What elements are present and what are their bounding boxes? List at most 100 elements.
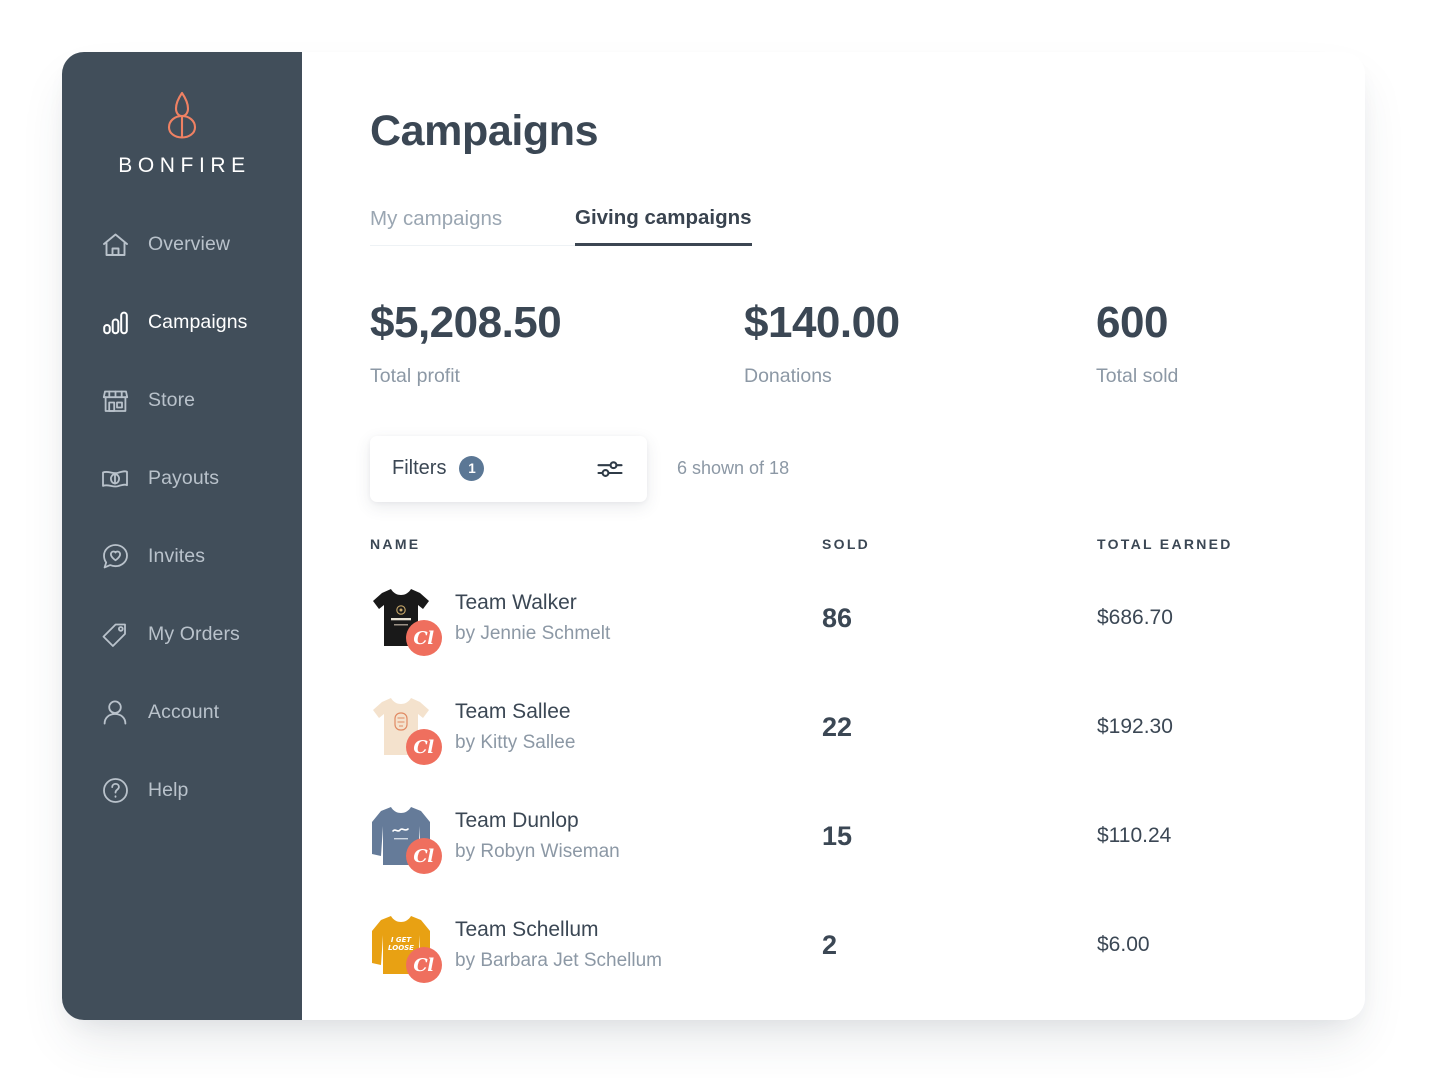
stat-label: Total sold — [1096, 364, 1179, 387]
product-thumbnail: Cl — [370, 691, 442, 765]
column-header-name: NAME — [370, 535, 421, 552]
cell-name: Cl Team Sallee by Kitty Sallee — [370, 691, 822, 765]
sold-value: 15 — [822, 820, 853, 851]
sidebar: BONFIRE Overview Campaigns Store Payouts… — [62, 52, 302, 1020]
stat-value: $5,208.50 — [370, 297, 562, 347]
product-thumbnail: Cl — [370, 582, 442, 656]
bar-chart-icon — [100, 308, 130, 338]
svg-text:LOOSE: LOOSE — [388, 944, 414, 952]
sidebar-item-label: Store — [148, 389, 196, 411]
page-title: Campaigns — [370, 107, 599, 155]
sold-value: 86 — [822, 602, 853, 633]
total-earned-value: $192.30 — [1097, 715, 1173, 738]
sidebar-item-payouts[interactable]: Payouts — [62, 454, 302, 503]
stat-value: 600 — [1096, 297, 1168, 347]
cell-total-earned: $686.70 — [1097, 606, 1365, 630]
sidebar-item-label: Invites — [148, 545, 206, 567]
cell-sold: 2 — [822, 930, 1097, 961]
cell-name: I GET LOOSE Cl Team Schellum by Barbara … — [370, 909, 822, 983]
cell-sold: 22 — [822, 712, 1097, 743]
svg-text:I GET: I GET — [391, 936, 413, 944]
total-earned-value: $6.00 — [1097, 933, 1150, 956]
cell-total-earned: $192.30 — [1097, 715, 1365, 739]
cell-total-earned: $110.24 — [1097, 824, 1365, 848]
stat-label: Total profit — [370, 364, 460, 387]
tag-icon — [100, 620, 130, 650]
sidebar-item-campaigns[interactable]: Campaigns — [62, 298, 302, 347]
stat-total-sold: 600 Total sold — [1096, 297, 1179, 388]
campaign-author: by Kitty Sallee — [455, 731, 576, 753]
stats-row: $5,208.50 Total profit $140.00 Donations… — [370, 297, 1365, 388]
filters-row: Filters 1 6 shown of 18 — [370, 435, 1365, 502]
table-row[interactable]: Cl Team Sallee by Kitty Sallee 22 $192.3… — [370, 673, 1365, 782]
filters-button[interactable]: Filters 1 — [370, 435, 647, 502]
creator-badge: Cl — [406, 838, 442, 874]
sidebar-item-store[interactable]: Store — [62, 376, 302, 425]
brand-name: BONFIRE — [118, 154, 251, 177]
table-row[interactable]: Cl Team Dunlop by Robyn Wiseman 15 $110.… — [370, 782, 1365, 891]
sidebar-item-label: Payouts — [148, 467, 220, 489]
sidebar-item-account[interactable]: Account — [62, 688, 302, 737]
total-earned-value: $110.24 — [1097, 824, 1172, 847]
sidebar-item-label: Overview — [148, 233, 231, 255]
table-header-row: NAME SOLD TOTAL EARNED — [370, 524, 1365, 564]
campaign-author: by Jennie Schmelt — [455, 622, 611, 644]
sold-value: 22 — [822, 711, 853, 742]
column-header-sold: SOLD — [822, 535, 871, 552]
campaign-name: Team Walker — [455, 590, 577, 614]
cell-name: Cl Team Dunlop by Robyn Wiseman — [370, 800, 822, 874]
creator-badge: Cl — [406, 620, 442, 656]
sidebar-item-invites[interactable]: Invites — [62, 532, 302, 581]
cell-sold: 15 — [822, 821, 1097, 852]
sidebar-item-label: Help — [148, 779, 189, 801]
tab-giving-campaigns[interactable]: Giving campaigns — [575, 206, 752, 246]
storefront-icon — [100, 386, 130, 416]
filters-label: Filters — [392, 457, 447, 479]
brand-block: BONFIRE — [62, 82, 302, 220]
main-content: Campaigns My campaigns Giving campaigns … — [302, 52, 1365, 1020]
sidebar-item-help[interactable]: Help — [62, 766, 302, 815]
question-circle-icon — [100, 776, 130, 806]
campaign-author: by Robyn Wiseman — [455, 840, 620, 862]
campaign-name-block: Team Schellum by Barbara Jet Schellum — [455, 917, 662, 973]
table-row[interactable]: I GET LOOSE Cl Team Schellum by Barbara … — [370, 891, 1365, 1000]
sidebar-nav: Overview Campaigns Store Payouts Invites… — [62, 220, 302, 844]
campaign-name-block: Team Walker by Jennie Schmelt — [455, 590, 610, 646]
sidebar-item-label: Account — [148, 701, 220, 723]
heart-chat-icon — [100, 542, 130, 572]
user-icon — [100, 698, 130, 728]
cell-sold: 86 — [822, 603, 1097, 634]
sliders-icon[interactable] — [597, 459, 623, 479]
creator-badge: Cl — [406, 947, 442, 983]
table-row[interactable]: Cl Team Walker by Jennie Schmelt 86 $686… — [370, 564, 1365, 673]
product-thumbnail: I GET LOOSE Cl — [370, 909, 442, 983]
campaign-name: Team Schellum — [455, 917, 599, 941]
product-thumbnail: Cl — [370, 800, 442, 874]
sidebar-item-my-orders[interactable]: My Orders — [62, 610, 302, 659]
sidebar-item-overview[interactable]: Overview — [62, 220, 302, 269]
creator-badge: Cl — [406, 729, 442, 765]
campaign-name: Team Dunlop — [455, 808, 579, 832]
filters-label-group: Filters 1 — [392, 456, 485, 481]
home-icon — [100, 230, 130, 260]
total-earned-value: $686.70 — [1097, 606, 1173, 629]
bonfire-flame-logo-icon — [159, 90, 205, 140]
cell-total-earned: $6.00 — [1097, 933, 1365, 957]
column-header-total-earned: TOTAL EARNED — [1097, 535, 1233, 552]
sold-value: 2 — [822, 929, 838, 960]
app-root: BONFIRE Overview Campaigns Store Payouts… — [0, 0, 1451, 1078]
shown-count-text: 6 shown of 18 — [677, 458, 790, 478]
stat-total-profit: $5,208.50 Total profit — [370, 297, 744, 388]
campaign-name: Team Sallee — [455, 699, 571, 723]
app-window-card: BONFIRE Overview Campaigns Store Payouts… — [62, 52, 1365, 1020]
stat-value: $140.00 — [744, 297, 900, 347]
stat-donations: $140.00 Donations — [744, 297, 1096, 388]
campaign-name-block: Team Dunlop by Robyn Wiseman — [455, 808, 620, 864]
campaign-name-block: Team Sallee by Kitty Sallee — [455, 699, 575, 755]
stat-label: Donations — [744, 364, 832, 387]
tab-my-campaigns[interactable]: My campaigns — [370, 207, 575, 246]
campaign-author: by Barbara Jet Schellum — [455, 949, 662, 971]
tab-bar: My campaigns Giving campaigns — [370, 206, 768, 246]
sidebar-item-label: Campaigns — [148, 311, 248, 333]
cell-name: Cl Team Walker by Jennie Schmelt — [370, 582, 822, 656]
